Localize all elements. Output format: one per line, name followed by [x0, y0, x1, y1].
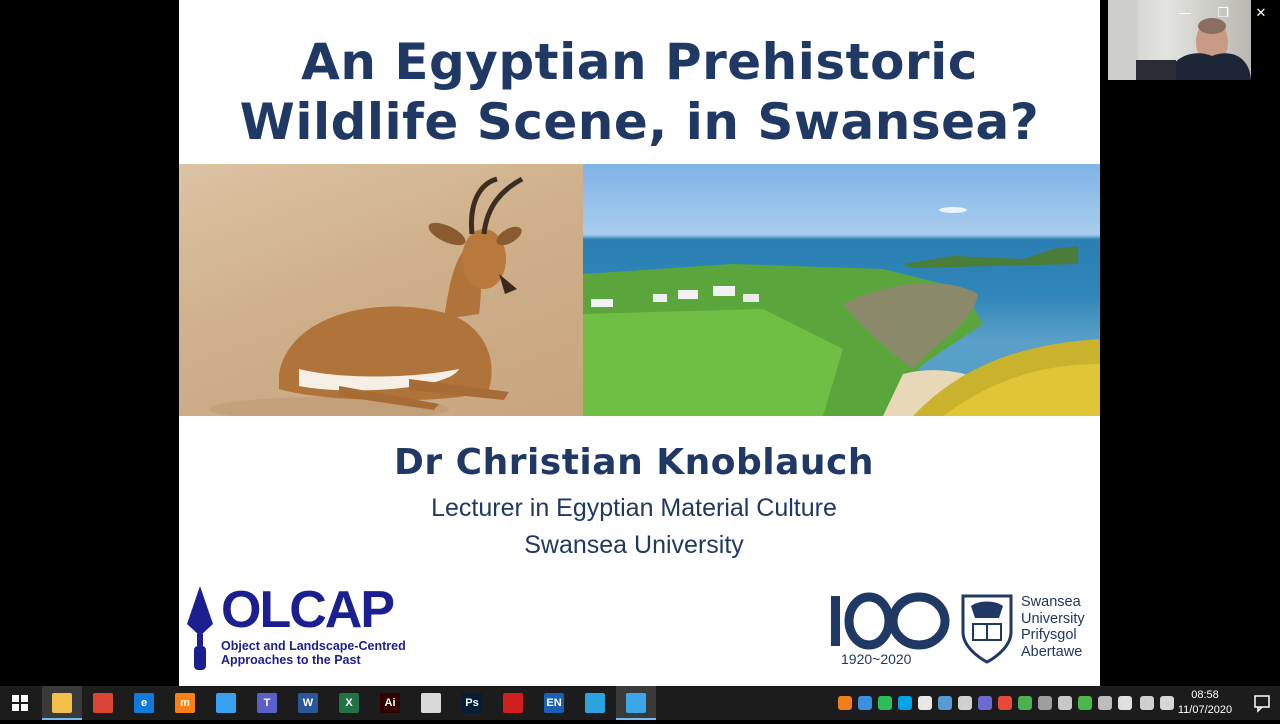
taskbar-clock[interactable]: 08:58 11/07/2020 [1176, 688, 1234, 718]
windows-logo-icon [12, 695, 28, 711]
taskbar-word-button[interactable]: W [288, 686, 328, 720]
tray-display-icon[interactable] [1098, 696, 1112, 710]
notification-center-button[interactable] [1244, 686, 1280, 720]
start-button[interactable] [0, 686, 40, 720]
olcap-logo: OLCAP Object and Landscape-Centred Appro… [183, 581, 443, 674]
slide-title-line-2: Wildlife Scene, in Swansea? [239, 93, 1040, 151]
snip-icon [216, 693, 236, 713]
university-name-line-3: Prifysgol [1021, 627, 1077, 643]
window-controls: — ❐ ✕ [1166, 0, 1280, 28]
excel-icon: X [339, 693, 359, 713]
taskbar-edge-button[interactable]: e [124, 686, 164, 720]
close-button[interactable]: ✕ [1242, 0, 1280, 28]
slide-photos [179, 164, 1100, 421]
acrobat-icon [503, 693, 523, 713]
taskbar-remote-button[interactable] [575, 686, 615, 720]
clock-time: 08:58 [1191, 689, 1219, 701]
illustrator-icon: Ai [380, 693, 400, 713]
taskbar-moodle-button[interactable]: m [165, 686, 205, 720]
edge-icon: e [134, 693, 154, 713]
taskbar: e m T W X Ai Ps EN 08:58 11/07/2020 [0, 686, 1280, 720]
wifi-icon[interactable] [1140, 696, 1154, 710]
olcap-tagline-line-2: Approaches to the Past [221, 653, 361, 667]
minimize-button[interactable]: — [1166, 0, 1204, 28]
university-crest-icon [961, 594, 1013, 664]
tray-chat-icon[interactable] [858, 696, 872, 710]
taskbar-acrobat-button[interactable] [493, 686, 533, 720]
taskbar-language-button[interactable]: EN [534, 686, 574, 720]
tray-update-icon[interactable] [1018, 696, 1032, 710]
notification-icon [1254, 695, 1270, 713]
tray-camera-icon[interactable] [1078, 696, 1092, 710]
tray-app-icon[interactable] [838, 696, 852, 710]
restore-button[interactable]: ❐ [1204, 0, 1242, 28]
clock-date: 11/07/2020 [1177, 704, 1233, 716]
moodle-icon: m [175, 693, 195, 713]
taskbar-excel-button[interactable]: X [329, 686, 369, 720]
presenter-name: Dr Christian Knoblauch [393, 442, 874, 483]
slide: An Egyptian Prehistoric Wildlife Scene, … [179, 0, 1100, 686]
tray-network-icon[interactable] [958, 696, 972, 710]
taskbar-chrome-button[interactable] [83, 686, 123, 720]
university-name-line-2: University [1021, 610, 1085, 627]
word-icon: W [298, 693, 318, 713]
swansea-university-logo: 1920~2020 Swansea University Prifysgol A… [827, 588, 1097, 672]
taskbar-installer-button[interactable] [411, 686, 451, 720]
taskbar-teams-button[interactable]: T [247, 686, 287, 720]
tray-antivirus-icon[interactable] [998, 696, 1012, 710]
installer-icon [421, 693, 441, 713]
taskbar-file-explorer-button[interactable] [42, 686, 82, 720]
olcap-tagline: Object and Landscape-Centred Approaches … [221, 639, 406, 667]
taskbar-illustrator-button[interactable]: Ai [370, 686, 410, 720]
olcap-tagline-line-1: Object and Landscape-Centred [221, 639, 406, 653]
tray-globe-icon[interactable] [1058, 696, 1072, 710]
university-name-line-1: Swansea [1021, 594, 1081, 610]
olcap-wordmark: OLCAP [221, 581, 395, 639]
file-explorer-icon [52, 693, 72, 713]
coast-photo [583, 164, 1100, 416]
slide-title-line-1: An Egyptian Prehistoric [301, 33, 978, 91]
photoshop-icon: Ps [462, 693, 482, 713]
tray-shield-icon[interactable] [878, 696, 892, 710]
centenary-years: 1920~2020 [841, 651, 912, 667]
teams-icon: T [257, 693, 277, 713]
volume-icon[interactable] [1160, 696, 1174, 710]
tray-teams-icon[interactable] [978, 696, 992, 710]
taskbar-photoshop-button[interactable]: Ps [452, 686, 492, 720]
remote-icon [585, 693, 605, 713]
tray-sync-icon[interactable] [918, 696, 932, 710]
battery-icon[interactable] [1118, 696, 1132, 710]
chrome-icon [93, 693, 113, 713]
tray-usb-icon[interactable] [1038, 696, 1052, 710]
tray-dropbox-icon[interactable] [938, 696, 952, 710]
taskbar-media-button[interactable] [616, 686, 656, 720]
university-name: Swansea University Prifysgol Abertawe [1021, 594, 1085, 660]
trowel-icon [187, 586, 213, 670]
presenter-organization: Swansea University [524, 531, 744, 559]
language-icon: EN [544, 693, 564, 713]
presenter-role: Lecturer in Egyptian Material Culture [431, 494, 837, 522]
gazelle-photo [179, 164, 583, 421]
slide-title: An Egyptian Prehistoric Wildlife Scene, … [179, 32, 1100, 152]
centenary-100-icon [831, 592, 950, 650]
media-icon [626, 693, 646, 713]
university-name-line-4: Abertawe [1021, 643, 1083, 660]
taskbar-snip-button[interactable] [206, 686, 246, 720]
tray-skype-icon[interactable] [898, 696, 912, 710]
